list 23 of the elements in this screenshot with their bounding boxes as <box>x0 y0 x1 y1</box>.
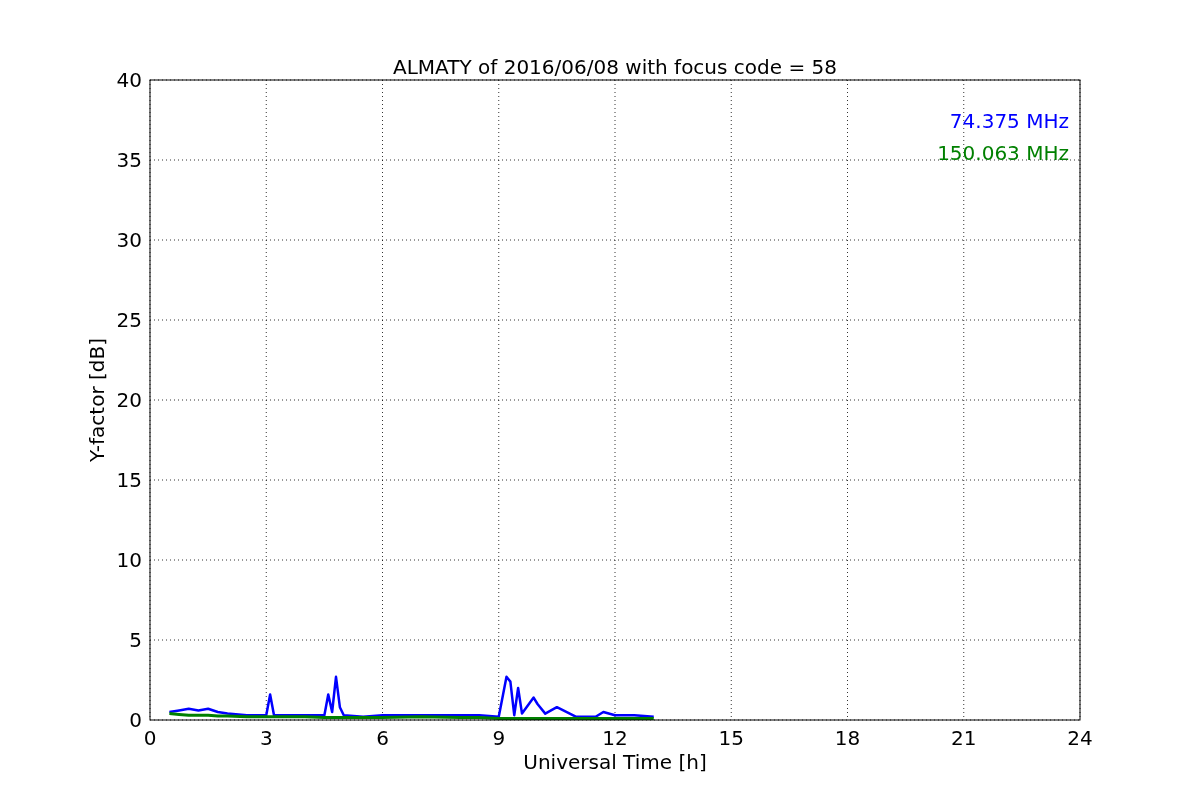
x-axis-label: Universal Time [h] <box>523 750 707 774</box>
legend-label: 74.375 MHz <box>949 109 1069 133</box>
y-tick-label: 15 <box>116 468 142 492</box>
x-tick-label: 21 <box>951 726 977 750</box>
y-axis-label: Y-factor [dB] <box>85 338 109 462</box>
y-tick-label: 0 <box>129 708 142 732</box>
y-tick-label: 5 <box>129 628 142 652</box>
x-tick-label: 9 <box>492 726 506 750</box>
y-tick-label: 25 <box>116 308 142 332</box>
chart-title: ALMATY of 2016/06/08 with focus code = 58 <box>393 55 837 79</box>
x-tick-label: 15 <box>718 726 744 750</box>
x-tick-label: 0 <box>143 726 157 750</box>
x-tick-label: 6 <box>376 726 389 750</box>
y-tick-label: 30 <box>116 228 142 252</box>
legend-label: 150.063 MHz <box>937 141 1069 165</box>
y-tick-label: 35 <box>116 148 142 172</box>
y-tick-label: 20 <box>116 388 142 412</box>
y-tick-label: 10 <box>116 548 142 572</box>
x-tick-label: 3 <box>259 726 273 750</box>
x-tick-label: 18 <box>834 726 861 750</box>
y-tick-label: 40 <box>116 68 142 92</box>
x-tick-label: 24 <box>1067 726 1093 750</box>
x-tick-label: 12 <box>602 726 628 750</box>
